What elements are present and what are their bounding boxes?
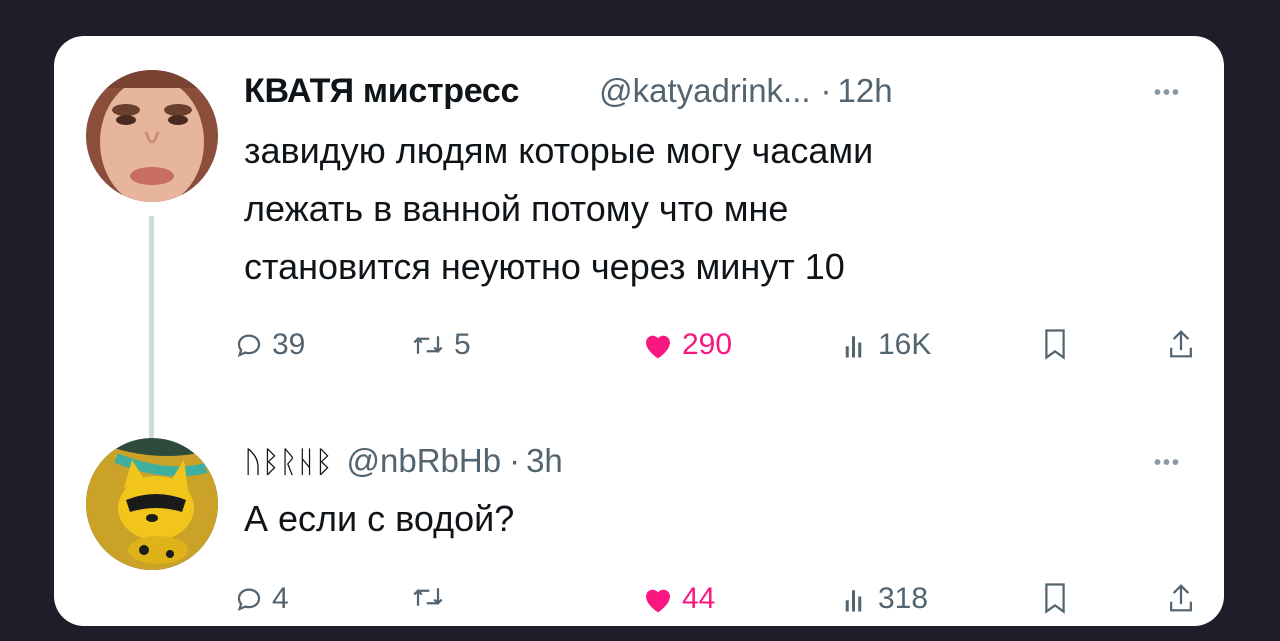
views-button[interactable]: 16K — [844, 328, 931, 362]
heart-icon — [646, 335, 670, 359]
views-button[interactable]: 318 — [844, 582, 928, 616]
tweet-text-line: лежать в ванной потому что мне — [244, 188, 789, 229]
reply-button[interactable]: 4 — [234, 582, 289, 616]
heart-icon — [646, 589, 670, 613]
share-icon — [1170, 330, 1192, 358]
reply-count: 39 — [272, 328, 306, 361]
tweet-text-line: завидую людям которые могу часами — [244, 130, 874, 171]
avatar-katyadrink[interactable] — [86, 70, 218, 202]
avatar-nbRbHb[interactable] — [86, 438, 218, 570]
repost-button[interactable]: 5 — [410, 328, 471, 362]
tweet-text: завидую людям которые могу часами лежать… — [244, 122, 873, 296]
reply-count: 4 — [272, 582, 289, 615]
separator-dot: · — [820, 72, 832, 109]
share-button[interactable] — [1166, 582, 1196, 614]
share-button[interactable] — [1166, 328, 1196, 360]
handle[interactable]: @nbRbHb — [347, 442, 502, 480]
display-name[interactable]: КВАТЯ мистресс — [244, 72, 519, 111]
views-count: 16K — [878, 328, 932, 361]
tweet-header: КВАТЯ мистресс @katyadrink... · 12h — [244, 72, 893, 111]
bookmark-icon — [1045, 329, 1065, 360]
like-count: 44 — [682, 582, 716, 615]
reply-header: ᚢᛒᚱᚺᛒ @nbRbHb · 3h — [244, 442, 563, 480]
timestamp[interactable]: 12h — [838, 72, 893, 110]
share-icon — [1170, 584, 1192, 612]
repost-button[interactable] — [410, 582, 454, 612]
like-button[interactable]: 44 — [642, 582, 715, 616]
thread-card: КВАТЯ мистресс @katyadrink... · 12h ••• … — [54, 36, 1224, 626]
separator-dot: · — [509, 442, 521, 479]
reply-icon — [237, 334, 261, 357]
timestamp[interactable]: 3h — [526, 442, 563, 480]
thread-connector-line — [149, 216, 154, 466]
like-button[interactable]: 290 — [642, 328, 732, 362]
repost-count: 5 — [454, 328, 471, 361]
bookmark-icon — [1045, 583, 1065, 614]
bookmark-button[interactable] — [1042, 328, 1068, 360]
handle[interactable]: @katyadrink... — [599, 72, 810, 110]
reply-text: А если с водой? — [244, 498, 515, 539]
views-icon — [845, 336, 862, 358]
more-icon[interactable]: ••• — [1154, 82, 1181, 105]
repost-icon — [413, 588, 443, 606]
more-icon[interactable]: ••• — [1154, 452, 1181, 475]
repost-icon — [413, 336, 443, 354]
tweet-text-line: становится неуютно через минут 10 — [244, 246, 845, 287]
reply-button[interactable]: 39 — [234, 328, 305, 362]
like-count: 290 — [682, 328, 733, 361]
views-icon — [845, 590, 862, 612]
bookmark-button[interactable] — [1042, 582, 1068, 614]
views-count: 318 — [878, 582, 929, 615]
display-name[interactable]: ᚢᛒᚱᚺᛒ — [244, 446, 333, 480]
reply-icon — [237, 588, 261, 611]
